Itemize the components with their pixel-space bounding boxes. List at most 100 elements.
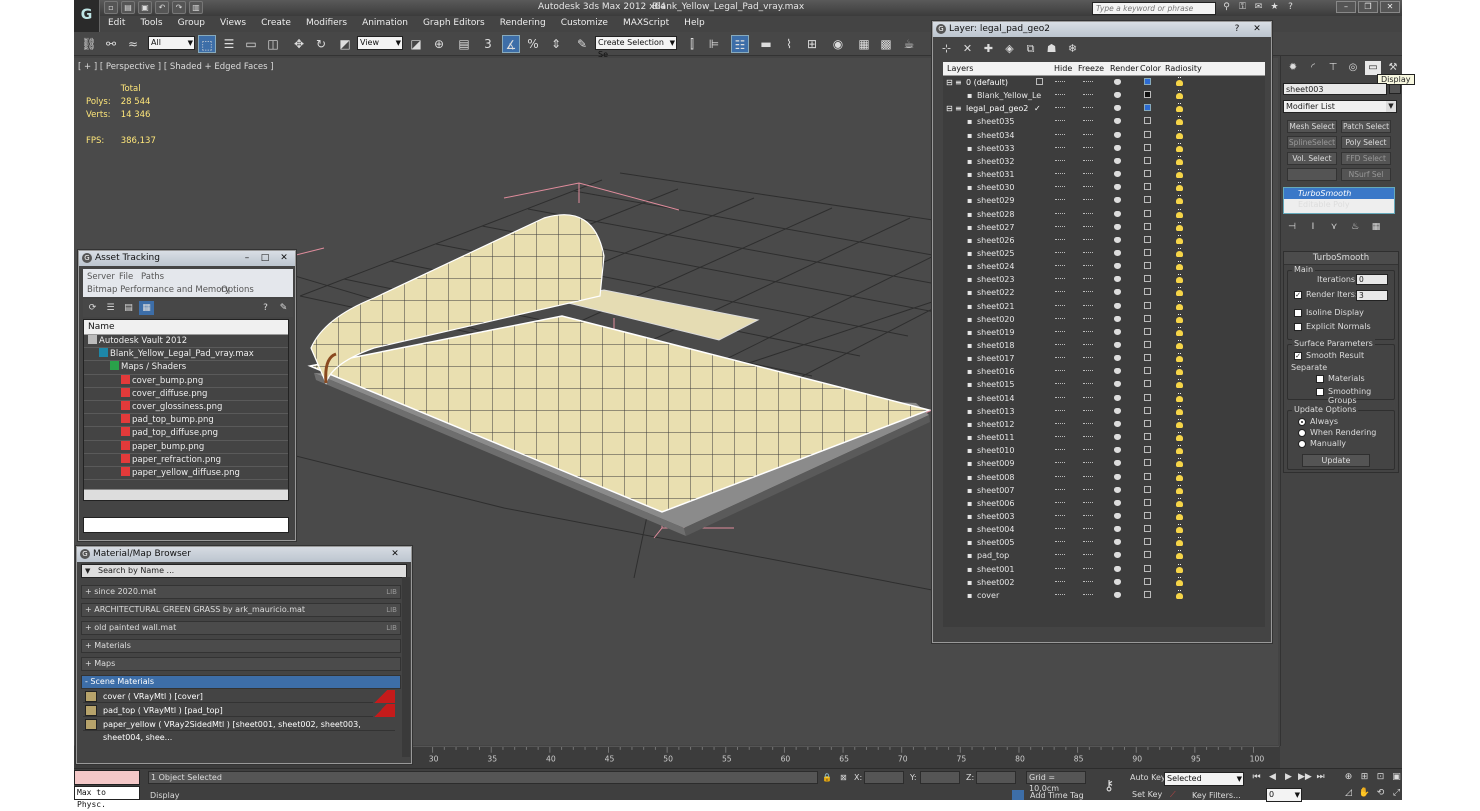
layer-color-swatch[interactable] <box>1144 354 1151 362</box>
asset-tree-row[interactable]: cover_bump.png <box>84 374 288 388</box>
layer-object-row[interactable]: ▪ sheet009 <box>943 457 1200 470</box>
selection-filter-dropdown[interactable]: All <box>148 36 195 50</box>
menu-rendering[interactable]: Rendering <box>494 16 555 32</box>
asset-tree-row[interactable]: pad_top_bump.png <box>84 414 288 428</box>
smooth-result-checkbox[interactable]: ✓ <box>1294 352 1302 360</box>
radiosity-icon[interactable] <box>1175 379 1184 389</box>
hide-toggle[interactable] <box>1055 370 1065 372</box>
window-crossing-icon[interactable]: ◫ <box>264 35 282 53</box>
freeze-toggle[interactable] <box>1083 291 1093 293</box>
app-logo-icon[interactable]: G <box>74 0 100 32</box>
stack-item-turbosmooth[interactable]: TurboSmooth <box>1284 188 1394 199</box>
update-button[interactable]: Update <box>1302 454 1370 467</box>
redo-icon[interactable]: ↷ <box>172 1 186 14</box>
create-layer-icon[interactable]: ⊹ <box>939 41 954 56</box>
named-selection-dropdown[interactable]: Create Selection Se <box>595 36 677 59</box>
asset-path-field[interactable] <box>83 517 289 533</box>
freeze-toggle[interactable] <box>1083 173 1093 175</box>
radiosity-icon[interactable] <box>1175 458 1184 468</box>
hide-toggle[interactable] <box>1055 278 1065 280</box>
previous-frame-icon[interactable]: ◀ <box>1266 771 1279 784</box>
radiosity-icon[interactable] <box>1175 129 1184 140</box>
radiosity-icon[interactable] <box>1175 392 1184 403</box>
radiosity-icon[interactable] <box>1175 418 1184 429</box>
layer-manager-icon[interactable]: ☷ <box>731 35 749 53</box>
hide-toggle[interactable] <box>1055 317 1065 320</box>
radiosity-icon[interactable] <box>1175 90 1184 100</box>
layer-color-swatch[interactable] <box>1144 327 1151 335</box>
layer-color-swatch[interactable] <box>1144 262 1151 270</box>
radiosity-icon[interactable] <box>1175 510 1184 521</box>
menu-help[interactable]: Help <box>678 16 714 32</box>
freeze-toggle[interactable] <box>1083 146 1093 149</box>
display-tab-icon[interactable]: ▭ <box>1365 61 1381 75</box>
freeze-toggle[interactable] <box>1083 383 1093 385</box>
render-teapot-icon[interactable] <box>1114 118 1121 125</box>
layer-row[interactable]: ⊟ ≡ legal_pad_geo2 ✓ <box>943 102 1200 115</box>
layer-object-row[interactable]: ▪ Blank_Yellow_Le <box>943 89 1200 102</box>
render-iters-spinner[interactable]: 3 <box>1356 290 1388 301</box>
asset-tree-row[interactable]: cover_glossiness.png <box>84 400 288 415</box>
layer-color-swatch[interactable] <box>1144 577 1151 585</box>
radiosity-icon[interactable] <box>1175 103 1184 113</box>
layer-color-swatch[interactable] <box>1144 222 1151 230</box>
layer-color-swatch[interactable] <box>1144 564 1151 572</box>
render-teapot-icon[interactable] <box>1114 368 1121 375</box>
render-teapot-icon[interactable] <box>1114 460 1121 467</box>
freeze-toggle[interactable] <box>1083 580 1093 583</box>
radiosity-icon[interactable] <box>1175 208 1184 219</box>
layer-color-swatch[interactable] <box>1144 156 1151 164</box>
render-teapot-icon[interactable] <box>1114 394 1121 401</box>
layer-color-swatch[interactable] <box>1144 170 1151 178</box>
y-coordinate-field[interactable] <box>920 771 960 784</box>
freeze-unfreeze-all-icon[interactable]: ❄ <box>1065 41 1080 56</box>
hide-toggle[interactable] <box>1055 304 1065 307</box>
hide-toggle[interactable] <box>1055 436 1065 438</box>
set-key-button[interactable]: Set Key <box>1132 790 1162 799</box>
freeze-toggle[interactable] <box>1083 120 1093 122</box>
curve-editor-icon[interactable]: ⌇ <box>780 35 798 53</box>
spinner-snap-icon[interactable]: ⇕ <box>547 35 565 53</box>
poly-select-button[interactable]: Poly Select <box>1341 136 1391 149</box>
render-teapot-icon[interactable] <box>1114 249 1121 256</box>
key-filter-icon[interactable]: ⟋ <box>1170 790 1176 800</box>
radiosity-icon[interactable] <box>1175 497 1184 508</box>
select-manipulate-icon[interactable]: ⊕ <box>430 35 448 53</box>
layer-manager-titlebar[interactable]: G Layer: legal_pad_geo2 ? ✕ <box>933 22 1271 37</box>
set-keys-icon[interactable]: ⚷ <box>1104 778 1114 794</box>
zoom-all-icon[interactable]: ⊞ <box>1358 771 1371 784</box>
layer-object-row[interactable]: ▪ sheet022 <box>943 286 1200 299</box>
project-folder-icon[interactable]: ▥ <box>189 1 203 14</box>
render-teapot-icon[interactable] <box>1114 552 1121 559</box>
layer-object-row[interactable]: ▪ sheet011 <box>943 431 1200 444</box>
menu-maxscript[interactable]: MAXScript <box>617 16 678 32</box>
radiosity-icon[interactable] <box>1175 155 1184 166</box>
favorites-icon[interactable]: ★ <box>1268 1 1281 14</box>
hide-toggle[interactable] <box>1055 383 1065 385</box>
hide-toggle[interactable] <box>1055 422 1065 425</box>
col-layers[interactable]: Layers <box>947 62 973 76</box>
render-teapot-icon[interactable] <box>1114 526 1121 533</box>
nsurf-sel-button[interactable]: NSurf Sel <box>1341 168 1391 181</box>
radiosity-icon[interactable] <box>1175 576 1184 587</box>
zoom-extents-all-icon[interactable]: ▣ <box>1390 771 1403 784</box>
freeze-toggle[interactable] <box>1083 265 1093 267</box>
freeze-toggle[interactable] <box>1083 488 1093 491</box>
freeze-toggle[interactable] <box>1083 304 1093 307</box>
help-search-input[interactable]: Type a keyword or phrase <box>1092 2 1216 15</box>
binoculars-icon[interactable]: ⚲ <box>1220 1 1233 14</box>
freeze-toggle[interactable] <box>1083 107 1093 109</box>
refresh-icon[interactable]: ⟳ <box>85 301 100 315</box>
radiosity-icon[interactable] <box>1175 261 1184 271</box>
render-teapot-icon[interactable] <box>1114 236 1121 243</box>
separate-materials-checkbox[interactable] <box>1316 375 1324 383</box>
hide-toggle[interactable] <box>1055 107 1065 109</box>
freeze-toggle[interactable] <box>1083 278 1093 280</box>
layer-object-row[interactable]: ▪ sheet035 <box>943 115 1200 128</box>
zoom-extents-icon[interactable]: ⊡ <box>1374 771 1387 784</box>
render-teapot-icon[interactable] <box>1114 342 1121 348</box>
hide-toggle[interactable] <box>1055 344 1065 346</box>
auto-key-button[interactable]: Auto Key <box>1130 773 1166 782</box>
render-teapot-icon[interactable] <box>1114 328 1121 335</box>
close-icon[interactable]: ✕ <box>1380 1 1400 13</box>
